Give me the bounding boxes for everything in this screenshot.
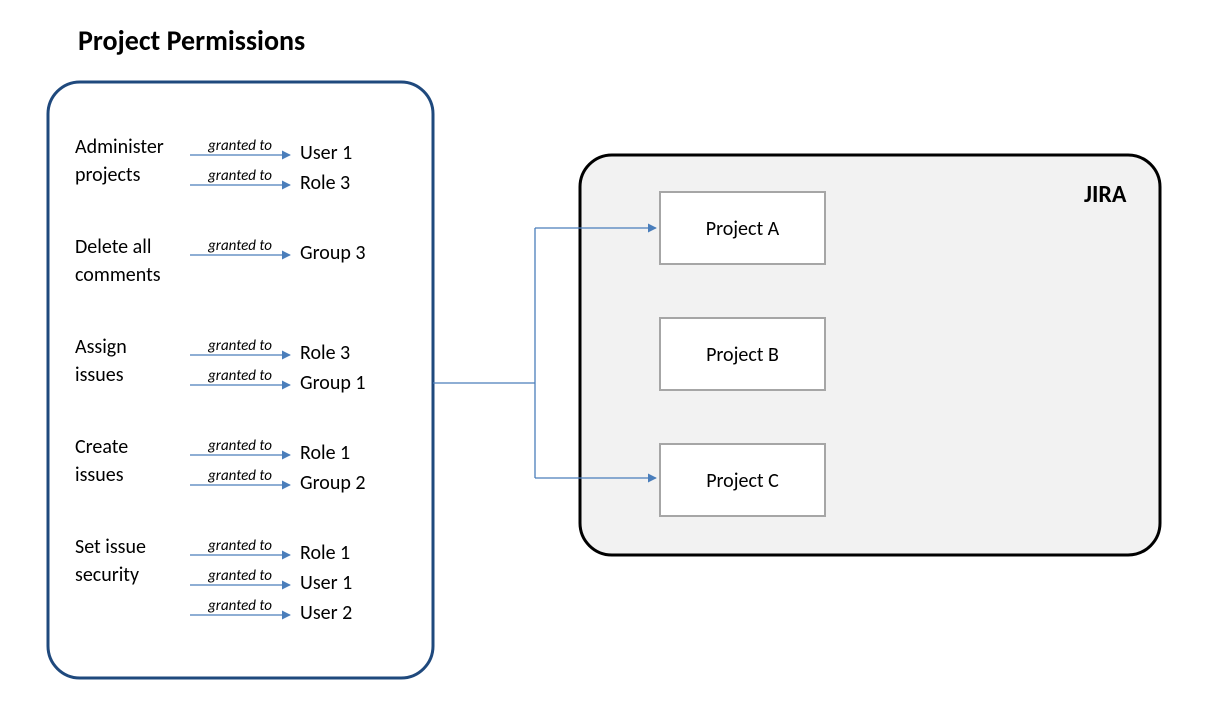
granted-to-label: granted to — [207, 537, 272, 555]
granted-to-label: granted to — [207, 167, 272, 185]
granted-to-label: granted to — [207, 467, 272, 485]
project-box: Project B — [660, 318, 825, 390]
permission-name-line1: Assign — [75, 335, 127, 359]
permission-name-line2: issues — [75, 463, 124, 487]
permission-name-line1: Administer — [75, 135, 164, 159]
granted-to-label: granted to — [207, 237, 272, 255]
permission-name-line2: comments — [75, 263, 161, 287]
project-box: Project A — [660, 192, 825, 264]
granted-to-label: granted to — [207, 437, 272, 455]
permission-name-line2: security — [75, 563, 139, 587]
page-title: Project Permissions — [78, 23, 305, 58]
grantee-label: User 1 — [300, 141, 352, 165]
project-label: Project B — [706, 343, 779, 367]
grantee-label: Role 3 — [300, 341, 350, 365]
grantee-label: User 2 — [300, 601, 352, 625]
jira-label: JIRA — [1084, 180, 1127, 209]
permission-name-line2: issues — [75, 363, 124, 387]
project-box: Project C — [660, 444, 825, 516]
grantee-label: Group 2 — [300, 471, 366, 495]
permission-name-line1: Set issue — [75, 535, 146, 559]
granted-to-label: granted to — [207, 367, 272, 385]
grantee-label: Group 1 — [300, 371, 366, 395]
permission-name-line1: Delete all — [75, 235, 151, 259]
granted-to-label: granted to — [207, 567, 272, 585]
project-label: Project C — [706, 469, 779, 493]
grantee-label: User 1 — [300, 571, 352, 595]
granted-to-label: granted to — [207, 597, 272, 615]
granted-to-label: granted to — [207, 137, 272, 155]
grantee-label: Role 3 — [300, 171, 350, 195]
projects-list: Project A Project B Project C — [660, 192, 825, 516]
grantee-label: Role 1 — [300, 441, 350, 465]
project-label: Project A — [706, 217, 780, 241]
granted-to-label: granted to — [207, 337, 272, 355]
permission-name-line2: projects — [75, 163, 141, 187]
diagram-canvas: Project Permissions Administer projects gr… — [0, 0, 1229, 709]
grantee-label: Role 1 — [300, 541, 350, 565]
permission-name-line1: Create — [75, 435, 128, 459]
grantee-label: Group 3 — [300, 241, 366, 265]
